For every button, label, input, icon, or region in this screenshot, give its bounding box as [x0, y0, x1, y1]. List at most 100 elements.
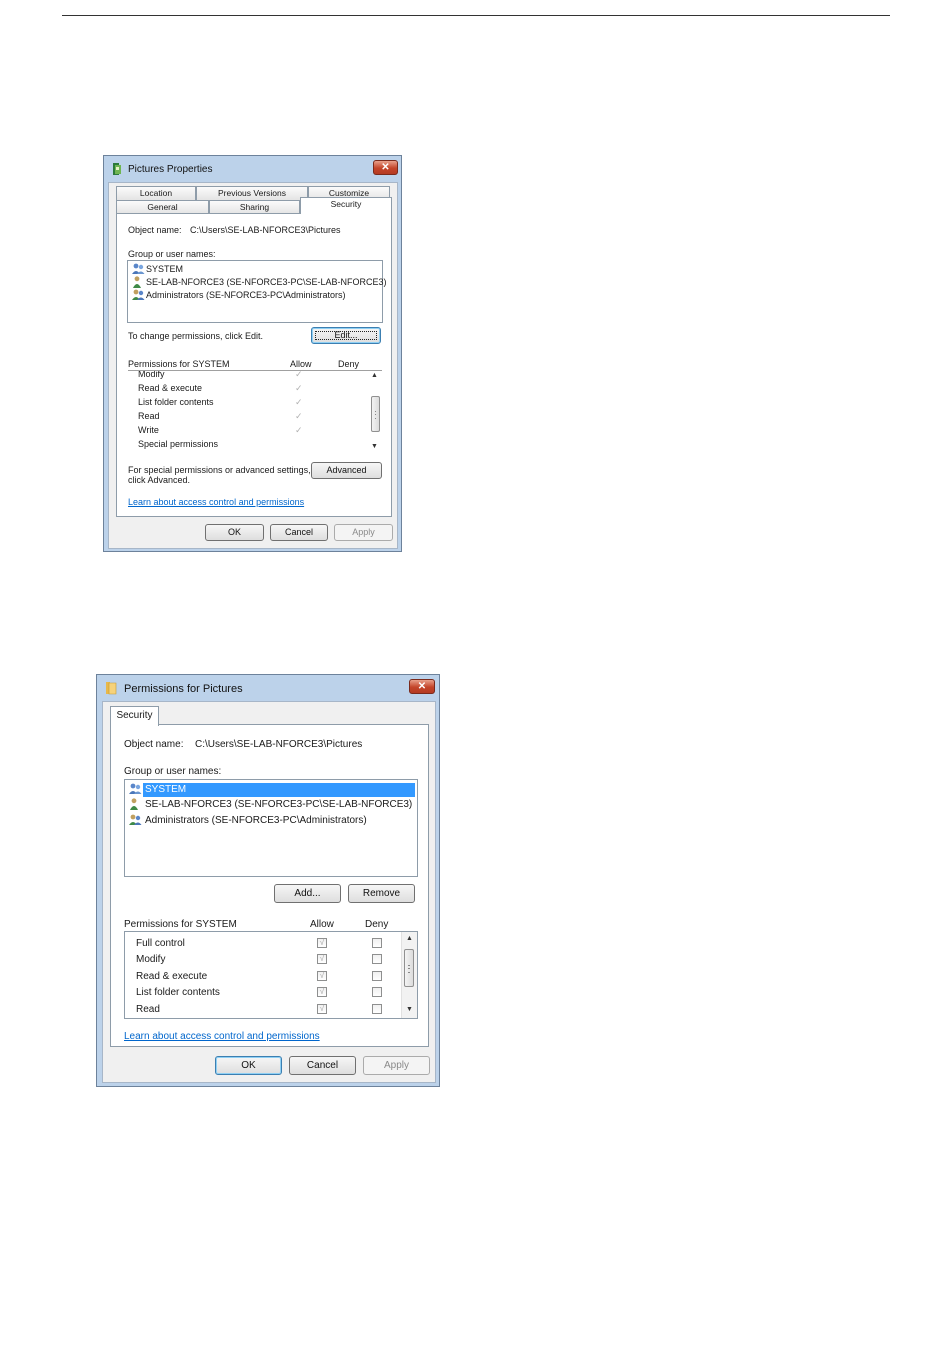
close-button[interactable]: ✕	[373, 160, 398, 175]
allow-checkbox-modify[interactable]: √	[317, 954, 327, 964]
apply-button[interactable]: Apply	[334, 524, 393, 541]
user-name: SE-LAB-NFORCE3 (SE-NFORCE3-PC\SE-LAB-NFO…	[146, 277, 387, 287]
permission-label-full-control: Full control	[136, 938, 185, 949]
object-name-label: Object name:	[128, 225, 182, 235]
user-list: SYSTEM SE-LAB-NFORCE3 (SE-NFORCE3-PC\SE-…	[127, 260, 387, 323]
group-names-label: Group or user names:	[128, 249, 216, 259]
ok-button[interactable]: OK	[215, 1056, 282, 1075]
dialog-client: Location Previous Versions Customize Gen…	[108, 182, 398, 549]
close-button[interactable]: ✕	[409, 679, 435, 694]
group-names-label: Group or user names:	[124, 766, 222, 777]
advanced-hint-line-2: click Advanced.	[128, 475, 191, 485]
permissions-label: Permissions for SYSTEM	[124, 919, 237, 930]
edit-button[interactable]: Edit...	[311, 327, 381, 344]
deny-checkbox-read-execute[interactable]	[372, 971, 382, 981]
ok-button[interactable]: OK	[205, 524, 264, 541]
deny-checkbox-list-folder[interactable]	[372, 987, 382, 997]
advanced-hint-line-1: For special permissions or advanced sett…	[128, 465, 311, 475]
user-group-icon	[131, 289, 145, 303]
deny-header: Deny	[338, 359, 360, 369]
scroll-thumb[interactable]	[404, 949, 414, 987]
allow-checkbox-list-folder[interactable]: √	[317, 987, 327, 997]
advanced-button[interactable]: Advanced	[311, 462, 382, 479]
apply-button[interactable]: Apply	[363, 1056, 430, 1075]
permissions-scrollbar[interactable]: ▲ ▼	[401, 932, 417, 1018]
allow-check-list-folder: ✓	[295, 397, 303, 407]
permission-label-special: Special permissions	[138, 439, 219, 449]
list-item-se-lab-nforce3[interactable]: SE-LAB-NFORCE3 (SE-NFORCE3-PC\SE-LAB-NFO…	[125, 798, 417, 812]
tab-security[interactable]: Security	[300, 197, 392, 214]
grip-icon	[375, 411, 376, 419]
pictures-library-icon	[111, 162, 123, 178]
permission-label-list-folder: List folder contents	[138, 397, 214, 407]
permission-label-read: Read	[138, 411, 160, 421]
user-group-icon	[128, 783, 142, 797]
object-name-value: C:\Users\SE-LAB-NFORCE3\Pictures	[195, 739, 363, 750]
user-name: Administrators (SE-NFORCE3-PC\Administra…	[145, 815, 367, 826]
list-item-se-lab-nforce3[interactable]: SE-LAB-NFORCE3 (SE-NFORCE3-PC\SE-LAB-NFO…	[128, 276, 387, 290]
scroll-thumb[interactable]	[371, 396, 380, 432]
permissions-label: Permissions for SYSTEM	[128, 359, 230, 369]
permissions-dialog: Permissions for Pictures ✕ Security Obje…	[96, 674, 440, 1087]
change-permissions-hint: To change permissions, click Edit.	[128, 331, 264, 341]
security-panel: Object name: C:\Users\SE-LAB-NFORCE3\Pic…	[116, 213, 392, 517]
deny-checkbox-read[interactable]	[372, 1004, 382, 1014]
cancel-button[interactable]: Cancel	[289, 1056, 356, 1075]
permission-label-modify: Modify	[136, 954, 166, 965]
cancel-button[interactable]: Cancel	[270, 524, 328, 541]
scroll-up-icon[interactable]: ▲	[402, 935, 417, 942]
user-name: SE-LAB-NFORCE3 (SE-NFORCE3-PC\SE-LAB-NFO…	[145, 799, 413, 810]
tab-general[interactable]: General	[116, 200, 209, 214]
tab-security[interactable]: Security	[110, 706, 159, 726]
user-icon	[128, 798, 142, 812]
allow-checkbox-read[interactable]: √	[317, 1004, 327, 1014]
dialog-title: Permissions for Pictures	[124, 683, 243, 695]
tab-location[interactable]: Location	[116, 186, 196, 200]
allow-check-write: ✓	[295, 425, 303, 435]
allow-check-read-execute: ✓	[295, 383, 303, 393]
title-bar[interactable]: Permissions for Pictures ✕	[97, 675, 439, 701]
user-list: SYSTEM SE-LAB-NFORCE3 (SE-NFORCE3-PC\SE-…	[124, 779, 418, 877]
permissions-list: Full control √ Modify √ Read & execute √…	[124, 931, 418, 1019]
add-button[interactable]: Add...	[274, 884, 341, 903]
object-name-label: Object name:	[124, 739, 184, 750]
dialog-client: Security Object name: C:\Users\SE-LAB-NF…	[102, 701, 436, 1083]
folder-icon	[104, 681, 118, 697]
list-item-administrators[interactable]: Administrators (SE-NFORCE3-PC\Administra…	[128, 289, 382, 302]
allow-checkbox-read-execute[interactable]: √	[317, 971, 327, 981]
user-name: SYSTEM	[145, 784, 187, 795]
allow-checkbox-full-control[interactable]: √	[317, 938, 327, 948]
allow-header: Allow	[310, 919, 334, 930]
permission-label-list-folder: List folder contents	[136, 987, 220, 998]
security-panel: Object name: C:\Users\SE-LAB-NFORCE3\Pic…	[110, 724, 429, 1047]
scroll-up-icon[interactable]: ▲	[368, 372, 381, 379]
user-name: Administrators (SE-NFORCE3-PC\Administra…	[146, 290, 346, 300]
deny-checkbox-full-control[interactable]	[372, 938, 382, 948]
list-item-system[interactable]: SYSTEM	[129, 783, 415, 797]
object-name-value: C:\Users\SE-LAB-NFORCE3\Pictures	[190, 225, 341, 235]
tab-sharing[interactable]: Sharing	[209, 200, 300, 214]
list-item-administrators[interactable]: Administrators (SE-NFORCE3-PC\Administra…	[125, 814, 417, 828]
user-icon	[131, 276, 145, 290]
learn-more-link[interactable]: Learn about access control and permissio…	[124, 1031, 320, 1042]
permission-label-read-execute: Read & execute	[138, 383, 203, 393]
allow-check-read: ✓	[295, 411, 303, 421]
deny-checkbox-modify[interactable]	[372, 954, 382, 964]
tab-previous-versions[interactable]: Previous Versions	[196, 186, 308, 200]
dialog-title: Pictures Properties	[128, 164, 213, 175]
user-group-icon	[131, 263, 145, 277]
allow-header: Allow	[290, 359, 312, 369]
learn-more-link[interactable]: Learn about access control and permissio…	[128, 497, 304, 507]
scroll-down-icon[interactable]: ▼	[402, 1006, 417, 1013]
permissions-scrollbar[interactable]: ▲ ▼	[368, 371, 381, 455]
permission-label-read-execute: Read & execute	[136, 971, 208, 982]
user-group-icon	[128, 814, 142, 828]
scroll-down-icon[interactable]: ▼	[368, 443, 381, 450]
remove-button[interactable]: Remove	[348, 884, 415, 903]
permission-label-write: Write	[138, 425, 159, 435]
title-bar[interactable]: Pictures Properties ✕	[104, 156, 401, 182]
allow-check-modify: ✓	[295, 371, 303, 379]
permissions-list: Modify ✓ Read & execute ✓ List folder co…	[128, 371, 382, 455]
list-item-system[interactable]: SYSTEM	[128, 263, 382, 276]
ok-button-label: OK	[241, 1060, 256, 1071]
